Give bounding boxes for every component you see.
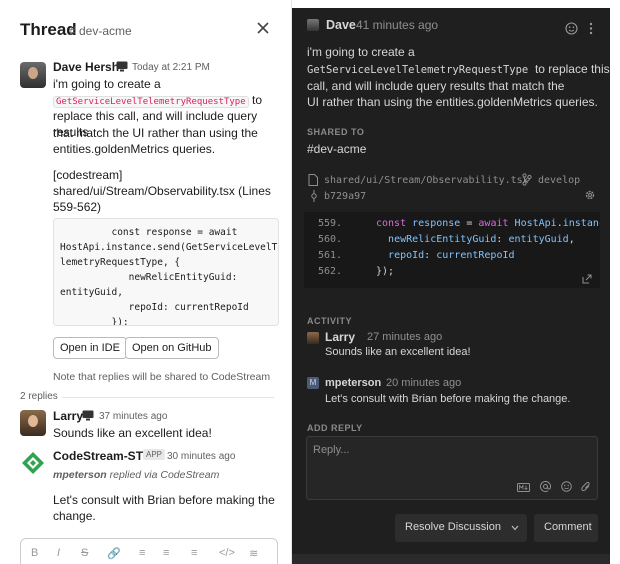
code-line: const response = await HostApi.instance — [376, 218, 600, 229]
codestream-panel: Dave 41 minutes ago i'm going to create … — [292, 8, 610, 554]
thread-channel[interactable]: # dev-acme — [69, 24, 132, 38]
review-timestamp: 41 minutes ago — [356, 18, 439, 32]
reply-input[interactable]: Reply... — [306, 436, 598, 500]
shared-to-label: SHARED TO — [307, 127, 365, 137]
file-reference: shared/ui/Stream/Observability.tsx (Line… — [53, 184, 271, 198]
review-text-line: call, and will include query results tha… — [307, 79, 565, 93]
avatar-mpeterson[interactable]: M — [307, 377, 319, 389]
thread-header: Thread # dev-acme — [20, 18, 279, 42]
italic-icon[interactable]: I — [57, 547, 60, 559]
reply-placeholder: Reply... — [313, 444, 350, 456]
add-reply-label: ADD REPLY — [307, 423, 363, 433]
branch-name: develop — [538, 175, 581, 186]
line-number: 561. — [318, 250, 343, 261]
branch-icon — [522, 173, 532, 186]
mention-icon[interactable] — [540, 481, 551, 492]
computer-icon — [82, 410, 94, 421]
avatar-larry[interactable] — [307, 332, 319, 344]
open-external-icon[interactable] — [582, 274, 592, 284]
code-line: }); — [376, 266, 395, 277]
review-text-line: GetServiceLevelTelemetryRequestType to r… — [307, 62, 610, 76]
file-reference: 559-562) — [53, 200, 102, 214]
avatar-larry[interactable] — [20, 410, 46, 436]
reply-text: Sounds like an excellent idea! — [53, 426, 212, 440]
emoji-reaction-icon[interactable] — [565, 22, 578, 35]
commit-hash[interactable]: b729a97 — [324, 188, 366, 205]
line-number: 560. — [318, 234, 343, 245]
link-icon[interactable]: 🔗 — [107, 547, 121, 560]
open-in-ide-button[interactable]: Open in IDE — [53, 337, 127, 359]
activity-label: ACTIVITY — [307, 316, 353, 326]
app-badge: APP — [143, 449, 166, 460]
avatar-dave[interactable] — [307, 19, 319, 31]
emoji-icon[interactable] — [561, 481, 572, 492]
message-timestamp[interactable]: Today at 2:21 PM — [132, 62, 210, 73]
slack-thread-panel: Thread # dev-acme Dave Hersh Today at 2:… — [0, 0, 292, 564]
reply-via: mpeterson replied via CodeStream — [53, 469, 220, 481]
share-note: Note that replies will be shared to Code… — [53, 371, 271, 383]
review-text-line: UI rather than using the entities.golden… — [307, 95, 598, 109]
file-reference: [codestream] — [53, 168, 123, 182]
page-margin — [610, 0, 620, 564]
markdown-icon[interactable] — [517, 483, 530, 492]
replies-count[interactable]: 2 replies — [20, 391, 58, 402]
comment-button[interactable]: Comment — [534, 514, 598, 542]
message-text-line: i'm going to create a — [53, 77, 161, 91]
strikethrough-icon[interactable]: S — [81, 547, 88, 559]
file-icon — [308, 174, 318, 186]
code-line: repoId: currentRepoId — [388, 250, 515, 261]
reply-author[interactable]: CodeStream-STG — [53, 449, 152, 463]
activity-timestamp: 20 minutes ago — [386, 377, 462, 389]
message-text-line: that match the UI rather than using the — [53, 126, 258, 140]
activity-text: Sounds like an excellent idea! — [325, 346, 471, 358]
commit-icon — [311, 190, 317, 202]
replies-divider — [62, 397, 274, 398]
computer-icon — [116, 61, 128, 72]
activity-text: Let's consult with Brian before making t… — [325, 393, 571, 405]
attachment-icon[interactable] — [581, 481, 591, 492]
review-author[interactable]: Dave — [326, 17, 356, 34]
code-block-icon[interactable]: ≋ — [249, 547, 258, 560]
code-snippet: 559. 560. 561. 562. const response = awa… — [304, 212, 600, 288]
inline-code: GetServiceLevelTelemetryRequestType — [307, 64, 529, 76]
reply-timestamp[interactable]: 30 minutes ago — [167, 451, 235, 462]
close-icon[interactable] — [255, 20, 271, 36]
bottom-strip — [292, 554, 610, 564]
chevron-down-icon[interactable] — [511, 525, 519, 531]
resolve-discussion-button[interactable]: Resolve Discussion — [395, 514, 527, 542]
message-composer[interactable]: B I S 🔗 ≡ ≡ ≡ </> ≋ — [20, 538, 278, 564]
more-options-icon[interactable] — [588, 22, 594, 35]
code-icon[interactable]: </> — [219, 547, 235, 559]
avatar-dave-hersh[interactable] — [20, 62, 46, 88]
code-line: newRelicEntityGuid: entityGuid, — [388, 234, 575, 245]
reply-author[interactable]: Larry — [53, 409, 83, 423]
blockquote-icon[interactable]: ≡ — [191, 547, 197, 559]
reply-timestamp[interactable]: 37 minutes ago — [99, 411, 167, 422]
review-text-line: i'm going to create a — [307, 45, 415, 59]
activity-author[interactable]: mpeterson — [325, 375, 381, 392]
file-path[interactable]: shared/ui/Stream/Observability.tsx — [324, 172, 529, 189]
bold-icon[interactable]: B — [31, 547, 38, 559]
inline-code: GetServiceLevelTelemetryRequestType — [53, 96, 249, 108]
gear-icon[interactable] — [584, 189, 596, 201]
open-on-github-button[interactable]: Open on GitHub — [125, 337, 219, 359]
reply-text: Let's consult with Brian before making t… — [53, 493, 275, 507]
codestream-logo-icon[interactable] — [20, 450, 46, 476]
reply-text: change. — [53, 509, 96, 523]
ordered-list-icon[interactable]: ≡ — [139, 547, 145, 559]
message-author[interactable]: Dave Hersh — [53, 60, 119, 74]
line-number: 562. — [318, 266, 343, 277]
shared-to-channel[interactable]: #dev-acme — [307, 141, 366, 158]
bulleted-list-icon[interactable]: ≡ — [163, 547, 169, 559]
line-number: 559. — [318, 218, 343, 229]
message-text-line: entities.goldenMetrics queries. — [53, 142, 216, 156]
code-block: const response = await HostApi.instance.… — [53, 218, 279, 326]
